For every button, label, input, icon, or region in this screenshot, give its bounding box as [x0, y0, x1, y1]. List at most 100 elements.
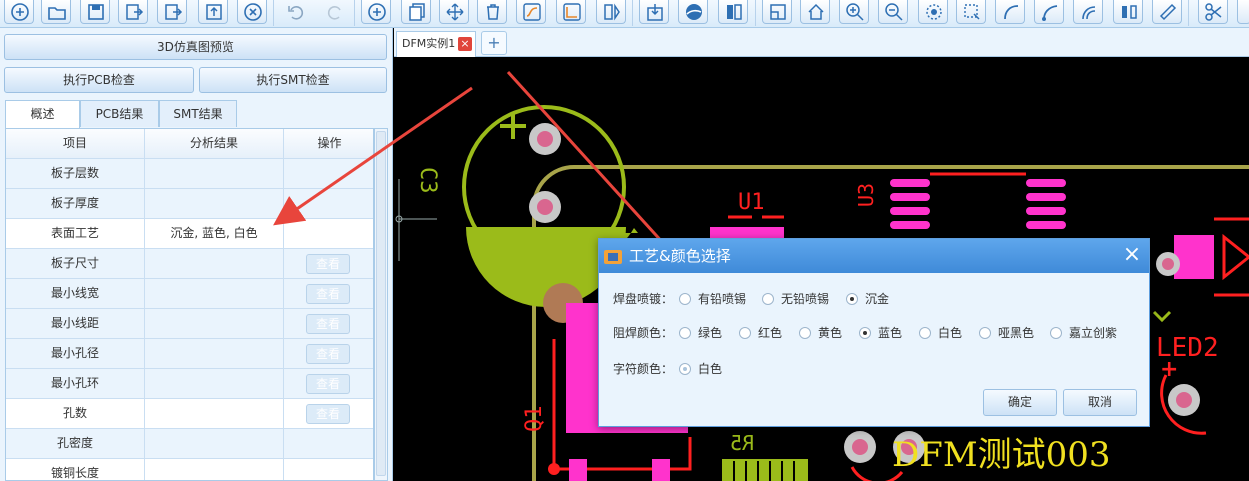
- tab-smt-results[interactable]: SMT结果: [159, 100, 237, 127]
- row-action: [284, 219, 373, 249]
- curve-icon[interactable]: [1034, 0, 1064, 24]
- layers-icon[interactable]: [718, 0, 748, 24]
- radio-mask-green[interactable]: 绿色: [679, 323, 722, 343]
- view-button[interactable]: 查看: [306, 404, 350, 424]
- table-row[interactable]: 板子尺寸 查看: [6, 249, 373, 279]
- align-icon[interactable]: [1113, 0, 1143, 24]
- radio-silk-white[interactable]: 白色: [679, 359, 722, 379]
- table-scrollbar[interactable]: [374, 128, 388, 481]
- ok-button[interactable]: 确定: [983, 389, 1057, 416]
- table-row[interactable]: 表面工艺 沉金, 蓝色, 白色: [6, 219, 373, 249]
- table-header: 项目 分析结果 操作: [6, 129, 373, 159]
- radio-pad-enig[interactable]: 沉金: [846, 289, 889, 309]
- radio-circle[interactable]: [1050, 327, 1062, 339]
- close-icon[interactable]: ×: [1122, 244, 1142, 266]
- radio-circle[interactable]: [679, 293, 691, 305]
- radio-circle-checked[interactable]: [679, 363, 691, 375]
- radio-pad-lead-hasl[interactable]: 有铅喷锡: [679, 289, 746, 309]
- ruler-icon[interactable]: [1152, 0, 1182, 24]
- radio-mask-jlc-purple[interactable]: 嘉立创紫: [1050, 323, 1117, 343]
- save-gerber-icon[interactable]: [80, 0, 110, 24]
- column-header-action: 操作: [317, 136, 342, 150]
- radio-circle[interactable]: [762, 293, 774, 305]
- multi-arc-icon[interactable]: [1073, 0, 1103, 24]
- table-row[interactable]: 最小孔径 查看: [6, 339, 373, 369]
- table-row[interactable]: 镀铜长度: [6, 459, 373, 480]
- trace-icon[interactable]: [556, 0, 586, 24]
- export-gerber-icon[interactable]: [118, 0, 148, 24]
- open-folder-icon[interactable]: [41, 0, 71, 24]
- radio-circle[interactable]: [739, 327, 751, 339]
- cancel-button[interactable]: 取消: [1063, 389, 1137, 416]
- row-result: [145, 309, 284, 339]
- row-result: [145, 159, 284, 189]
- select-area-icon[interactable]: [956, 0, 986, 24]
- tab-dfm-instance[interactable]: DFM实例1 ×: [396, 31, 476, 57]
- more-icon[interactable]: [1237, 0, 1249, 24]
- zoom-out-icon[interactable]: [878, 0, 908, 24]
- radio-mask-matte-black[interactable]: 哑黑色: [979, 323, 1034, 343]
- row-action: 查看: [284, 369, 373, 399]
- row-action: 查看: [284, 309, 373, 339]
- add-tab-button[interactable]: +: [481, 31, 507, 55]
- table-row[interactable]: 板子厚度: [6, 189, 373, 219]
- scrollbar-thumb[interactable]: [376, 131, 386, 476]
- silkscreen-label: 字符颜色：: [613, 362, 674, 376]
- arc-icon[interactable]: [995, 0, 1025, 24]
- close-circle-icon[interactable]: [237, 0, 267, 24]
- home-icon[interactable]: [800, 0, 830, 24]
- table-row[interactable]: 最小孔环 查看: [6, 369, 373, 399]
- copy-icon[interactable]: [401, 0, 431, 24]
- table-row[interactable]: 板子层数: [6, 159, 373, 189]
- radio-circle[interactable]: [919, 327, 931, 339]
- view-button[interactable]: 查看: [306, 284, 350, 304]
- zoom-in-icon[interactable]: [839, 0, 869, 24]
- view-button[interactable]: 查看: [306, 314, 350, 334]
- view-button[interactable]: 查看: [306, 374, 350, 394]
- radio-circle[interactable]: [979, 327, 991, 339]
- radio-mask-yellow[interactable]: 黄色: [799, 323, 842, 343]
- row-item: 孔密度: [6, 429, 145, 459]
- smt-check-button[interactable]: 执行SMT检查: [199, 67, 387, 93]
- 3d-preview-button[interactable]: 3D仿真图预览: [4, 34, 387, 60]
- redo-icon[interactable]: [320, 0, 350, 24]
- radio-circle-checked[interactable]: [859, 327, 871, 339]
- table-row[interactable]: 孔密度: [6, 429, 373, 459]
- move-icon[interactable]: [439, 0, 469, 24]
- mirror-icon[interactable]: [596, 0, 626, 24]
- pcb-check-button[interactable]: 执行PCB检查: [4, 67, 194, 93]
- board-outline-icon[interactable]: [762, 0, 792, 24]
- tab-pcb-results[interactable]: PCB结果: [80, 100, 159, 127]
- add-circle-icon[interactable]: [361, 0, 391, 24]
- label-u3: U3: [854, 182, 878, 207]
- undo-icon[interactable]: [281, 0, 311, 24]
- export-odb-icon[interactable]: [157, 0, 187, 24]
- radio-mask-blue[interactable]: 蓝色: [859, 323, 902, 343]
- new-file-icon[interactable]: [4, 0, 34, 24]
- close-tab-icon[interactable]: ×: [458, 37, 472, 51]
- delete-icon[interactable]: [477, 0, 507, 24]
- cut-icon[interactable]: [1198, 0, 1228, 24]
- radio-circle[interactable]: [799, 327, 811, 339]
- tab-overview[interactable]: 概述: [5, 100, 80, 128]
- route-icon[interactable]: [516, 0, 546, 24]
- view-button[interactable]: 查看: [306, 254, 350, 274]
- radio-circle[interactable]: [679, 327, 691, 339]
- solder-mask-row: 阻焊颜色： 绿色 红色 黄色 蓝色 白色 哑黑色 嘉立创紫: [613, 323, 1133, 343]
- solder-mask-label: 阻焊颜色：: [613, 326, 674, 340]
- radio-mask-white[interactable]: 白色: [919, 323, 962, 343]
- layer-color-icon[interactable]: [678, 0, 708, 24]
- dialog-header[interactable]: 工艺&颜色选择 ×: [599, 239, 1149, 273]
- radio-mask-red[interactable]: 红色: [739, 323, 782, 343]
- table-row[interactable]: 孔数 查看: [6, 399, 373, 429]
- radio-circle-checked[interactable]: [846, 293, 858, 305]
- radio-pad-leadfree-hasl[interactable]: 无铅喷锡: [762, 289, 829, 309]
- view-button[interactable]: 查看: [306, 344, 350, 364]
- zoom-area-icon[interactable]: [918, 0, 948, 24]
- table-row[interactable]: 最小线距 查看: [6, 309, 373, 339]
- import-icon[interactable]: [639, 0, 669, 24]
- upload-icon[interactable]: [198, 0, 228, 24]
- tab-label: DFM实例1: [402, 37, 456, 50]
- table-row[interactable]: 最小线宽 查看: [6, 279, 373, 309]
- row-result: 沉金, 蓝色, 白色: [145, 219, 284, 249]
